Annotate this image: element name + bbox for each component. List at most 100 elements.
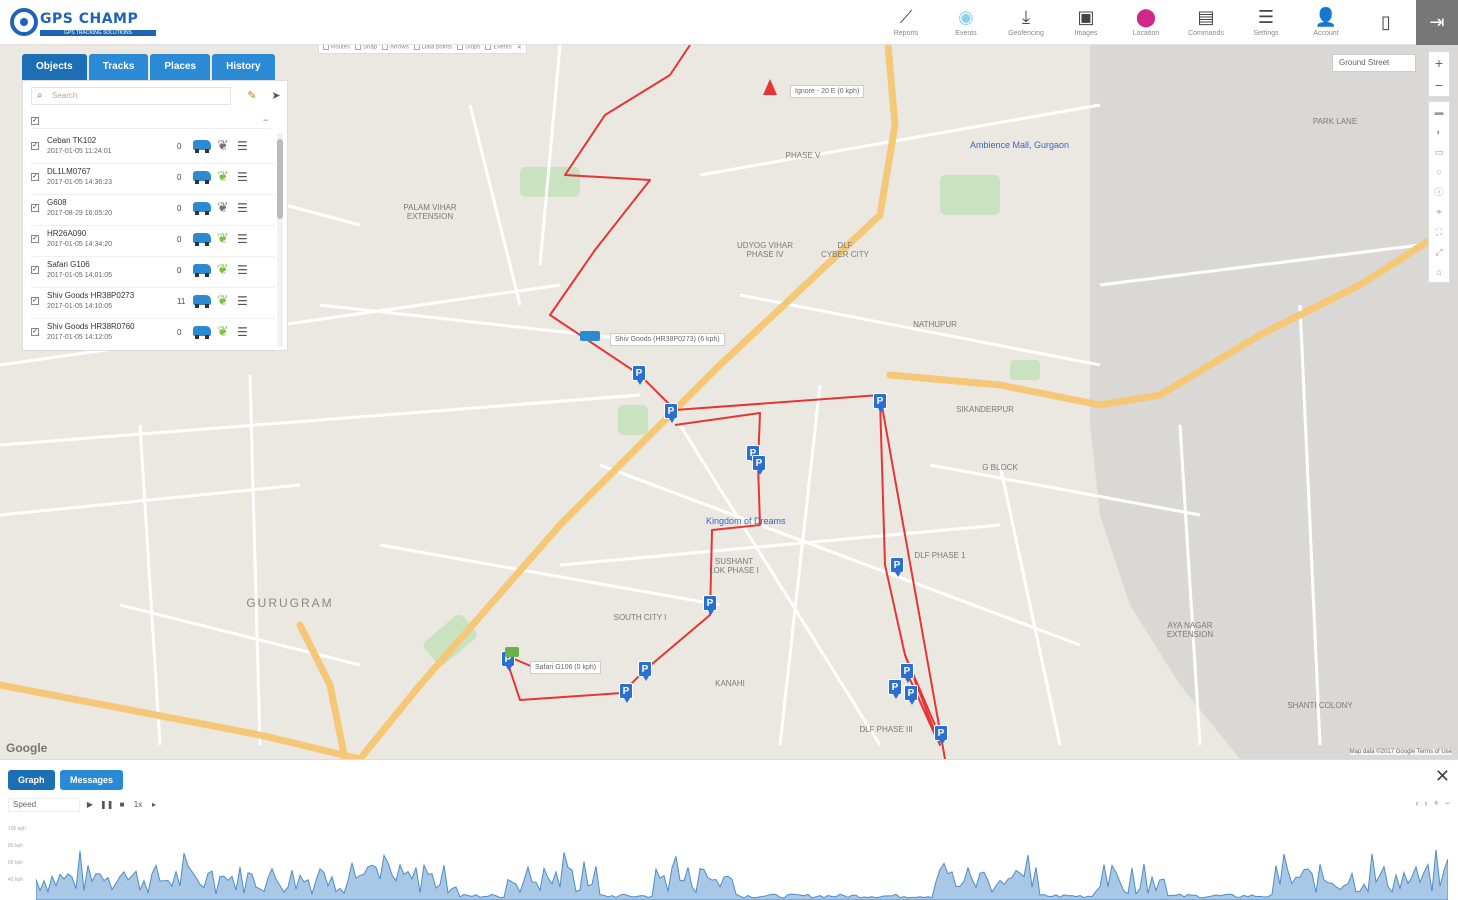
parking-marker[interactable]: P (934, 725, 948, 745)
tab-graph[interactable]: Graph (8, 770, 55, 790)
speed-graph[interactable] (36, 822, 1448, 900)
collapse-icon[interactable]: − (263, 115, 268, 125)
parking-marker[interactable]: P (619, 683, 633, 703)
menu-reports-button[interactable]: ⟋ Reports (876, 0, 936, 45)
checkbox[interactable] (413, 45, 420, 50)
menu-icon[interactable]: ☰ (237, 263, 248, 277)
map-terms[interactable]: Map data ©2017 Google Terms of Use (1349, 749, 1452, 755)
tab-tracks[interactable]: Tracks (88, 54, 149, 80)
parking-marker[interactable]: P (664, 403, 678, 423)
object-row[interactable]: ✓ Shiv Goods HR38R0760 2017-01-05 14:12:05… (31, 319, 275, 349)
parking-marker[interactable]: P (900, 663, 914, 683)
map-layer-toggle[interactable]: Data points (413, 45, 452, 50)
object-row[interactable]: ✓ HR26A090 2017-01-05 14:34:20 0 ❦ ☰ (31, 226, 275, 257)
graph-nav-button[interactable]: ‹ (1415, 798, 1418, 808)
pin-icon[interactable]: ⌖ (1429, 202, 1449, 222)
graph-nav-button[interactable]: − (1445, 798, 1450, 808)
checkbox[interactable] (355, 45, 362, 50)
object-checkbox[interactable]: ✓ (31, 204, 39, 212)
tab-places[interactable]: Places (150, 54, 211, 80)
close-icon[interactable]: ✕ (517, 45, 522, 51)
parking-marker[interactable]: P (890, 557, 904, 577)
menu-location-button[interactable]: ⬤ Location (1116, 0, 1176, 45)
object-time: 2017-01-05 14:36:23 (47, 179, 112, 186)
checkbox[interactable] (485, 45, 492, 50)
ruler-icon[interactable]: ▬ (1429, 102, 1449, 122)
select-all-checkbox[interactable]: ✓ (31, 117, 39, 125)
info-icon[interactable]: ⓘ (1429, 182, 1449, 202)
parking-marker[interactable]: P (632, 365, 646, 385)
menu-icon[interactable]: ☰ (237, 170, 248, 184)
object-checkbox[interactable]: ✓ (31, 266, 39, 274)
print-icon[interactable]: ▭ (1429, 142, 1449, 162)
street-view-icon[interactable]: ⌂ (1429, 262, 1449, 282)
map-layer-toggle[interactable]: Routes (323, 45, 350, 50)
menu-settings-button[interactable]: ☰ Settings (1236, 0, 1296, 45)
parking-marker[interactable]: P (638, 661, 652, 681)
pan-icon[interactable]: ⤢ (1429, 242, 1449, 262)
close-icon[interactable]: ✕ (1435, 766, 1450, 787)
locate-icon[interactable]: ➤ (267, 87, 285, 105)
map-layer-toggle[interactable]: Events (485, 45, 512, 50)
menu-icon[interactable]: ☰ (237, 201, 248, 215)
map-layer-toggle[interactable]: Arrows (382, 45, 409, 50)
parking-marker[interactable]: P (888, 679, 902, 699)
object-checkbox[interactable]: ✓ (31, 328, 39, 336)
speed-select[interactable]: 1x (132, 798, 144, 812)
checkbox[interactable] (323, 45, 329, 50)
graph-y-label: 80 kph (8, 843, 24, 849)
play-icon[interactable]: ▶ (84, 798, 96, 812)
chevron-right-icon[interactable]: ▸ (148, 798, 160, 812)
vehicle-direction-arrow-icon[interactable] (763, 79, 777, 95)
tab-history[interactable]: History (212, 54, 275, 80)
menu-icon[interactable]: ☰ (237, 325, 248, 339)
menu-mobile-button[interactable]: ▯ (1356, 0, 1416, 45)
object-row[interactable]: ✓ Ceban TK102 2017-01-05 11:24:01 0 ❦ ☰ (31, 133, 275, 164)
checkbox[interactable] (457, 45, 464, 50)
app-logo[interactable]: GPS CHAMP GPS TRACKING SOLUTIONS (10, 8, 160, 40)
tab-messages[interactable]: Messages (60, 770, 124, 790)
fullscreen-icon[interactable]: ⛶ (1429, 222, 1449, 242)
menu-icon[interactable]: ☰ (237, 139, 248, 153)
stop-icon[interactable]: ■ (116, 798, 128, 812)
menu-account-button[interactable]: 👤 Account (1296, 0, 1356, 45)
car-marker-icon[interactable] (505, 647, 519, 657)
zoom-in-button[interactable]: + (1429, 52, 1449, 74)
search-input[interactable]: ⌕ Search (31, 87, 231, 105)
map-type-select[interactable]: Ground Street (1332, 54, 1416, 72)
checkbox[interactable] (382, 45, 389, 50)
map-layer-toggle[interactable]: Stops (457, 45, 480, 50)
menu-icon[interactable]: ☰ (237, 232, 248, 246)
menu-commands-button[interactable]: ▤ Commands (1176, 0, 1236, 45)
menu-events-button[interactable]: ◉ Events (936, 0, 996, 45)
menu-images-button[interactable]: ▣ Images (1056, 0, 1116, 45)
object-checkbox[interactable]: ✓ (31, 297, 39, 305)
object-checkbox[interactable]: ✓ (31, 142, 39, 150)
object-row[interactable]: ✓ Safari G106 2017-01-05 14:01:05 0 ❦ ☰ (31, 257, 275, 288)
zoom-out-button[interactable]: − (1429, 74, 1449, 96)
pause-icon[interactable]: ❚❚ (100, 798, 113, 812)
object-row[interactable]: ✓ DL1LM0767 2017-01-05 14:36:23 0 ❦ ☰ (31, 164, 275, 195)
object-row[interactable]: ✓ Shiv Goods HR38P0273 2017-01-05 14:10:05… (31, 288, 275, 319)
measure-icon[interactable]: ◐ (1429, 122, 1449, 142)
add-object-icon[interactable]: ✎ (243, 87, 261, 105)
truck-marker-icon[interactable] (580, 331, 600, 341)
object-checkbox[interactable]: ✓ (31, 235, 39, 243)
objects-scrollbar[interactable] (277, 133, 283, 347)
menu-logout-button[interactable]: ⇥ (1416, 0, 1458, 45)
parking-marker[interactable]: P (904, 685, 918, 705)
parking-marker[interactable]: P (873, 393, 887, 413)
graph-nav-button[interactable]: + (1433, 798, 1438, 808)
map-place-label: Gurugram (246, 596, 334, 610)
menu-icon[interactable]: ☰ (237, 294, 248, 308)
map-layer-toggle[interactable]: Snap (355, 45, 377, 50)
circle-icon[interactable]: ○ (1429, 162, 1449, 182)
tab-objects[interactable]: Objects (22, 54, 87, 80)
parking-marker[interactable]: P (703, 595, 717, 615)
graph-type-select[interactable]: Speed (8, 798, 80, 812)
graph-nav-button[interactable]: › (1424, 798, 1427, 808)
object-checkbox[interactable]: ✓ (31, 173, 39, 181)
object-row[interactable]: ✓ G608 2017-08-29 16:05:20 0 ❦ ☰ (31, 195, 275, 226)
parking-marker[interactable]: P (752, 455, 766, 475)
menu-geofencing-button[interactable]: ⤓ Geofencing (996, 0, 1056, 45)
